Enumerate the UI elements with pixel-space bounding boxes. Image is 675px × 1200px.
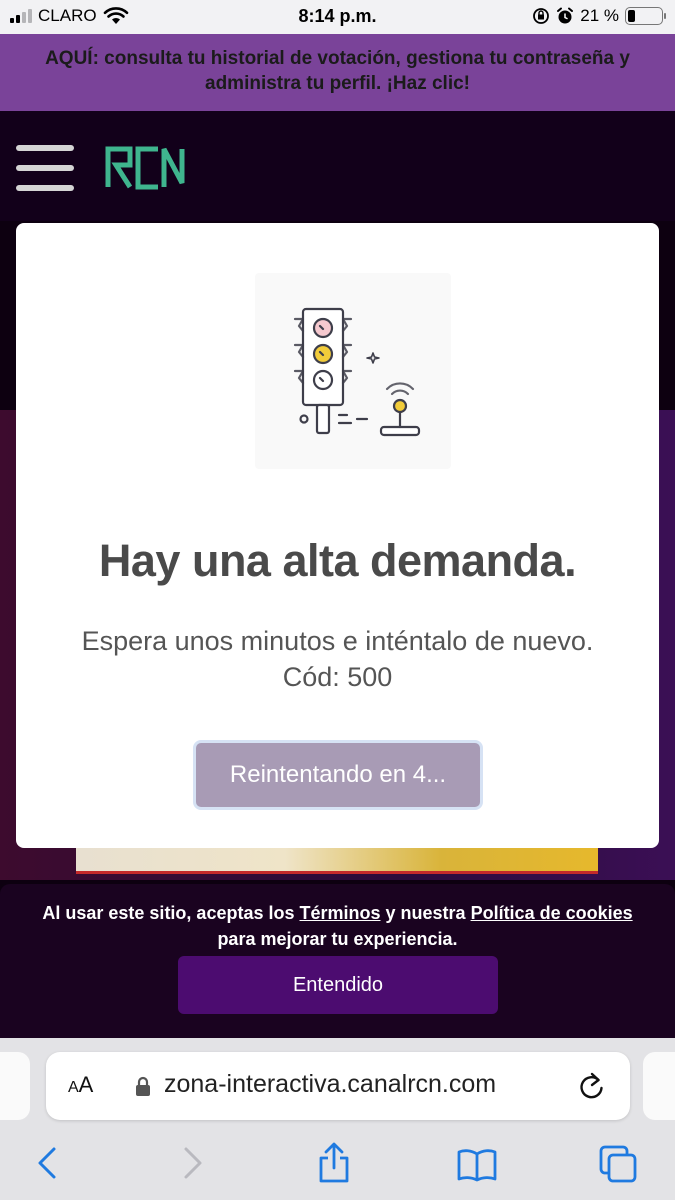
battery-percent: 21 % bbox=[580, 6, 619, 25]
modal-title: Hay una alta demanda. bbox=[98, 535, 577, 586]
tabs-icon[interactable] bbox=[598, 1144, 638, 1184]
cookie-text: Al usar este sitio, aceptas los Términos… bbox=[0, 900, 675, 952]
forward-icon[interactable] bbox=[182, 1146, 204, 1180]
terms-link[interactable]: Términos bbox=[299, 903, 380, 923]
traffic-light-icon bbox=[293, 307, 421, 437]
status-bar: CLARO 8:14 p.m. 21 % bbox=[0, 0, 675, 34]
cookie-policy-link[interactable]: Política de cookies bbox=[471, 903, 633, 923]
address-bar[interactable]: AA zona-interactiva.canalrcn.com bbox=[46, 1052, 630, 1120]
back-icon[interactable] bbox=[36, 1146, 58, 1180]
high-demand-modal: Hay una alta demanda. Espera unos minuto… bbox=[16, 223, 659, 848]
url-text: zona-interactiva.canalrcn.com bbox=[164, 1070, 497, 1098]
background-banner-strip bbox=[76, 848, 598, 874]
cookie-text-middle: y nuestra bbox=[380, 903, 471, 923]
cookie-consent-bar: Al usar este sitio, aceptas los Términos… bbox=[0, 884, 675, 1038]
share-icon[interactable] bbox=[316, 1142, 352, 1184]
menu-icon[interactable] bbox=[16, 145, 74, 191]
cookie-text-end: para mejorar tu experiencia. bbox=[217, 929, 458, 949]
reload-icon[interactable] bbox=[578, 1071, 606, 1101]
traffic-light-illustration bbox=[255, 273, 451, 469]
site-header bbox=[0, 111, 675, 221]
bookmarks-icon[interactable] bbox=[456, 1148, 498, 1182]
reader-options-button[interactable]: AA bbox=[68, 1072, 93, 1098]
orientation-lock-icon bbox=[533, 8, 550, 24]
rcn-logo[interactable] bbox=[104, 145, 190, 191]
cookie-text-start: Al usar este sitio, aceptas los bbox=[42, 903, 300, 923]
modal-message: Espera unos minutos e inténtalo de nuevo… bbox=[16, 623, 659, 695]
browser-toolbar: AA zona-interactiva.canalrcn.com bbox=[0, 1038, 675, 1200]
status-right: 21 % bbox=[532, 6, 666, 26]
aa-small: A bbox=[68, 1079, 79, 1096]
aa-large: A bbox=[78, 1072, 94, 1097]
profile-banner-link[interactable]: AQUÍ: consulta tu historial de votación,… bbox=[0, 34, 675, 111]
accept-cookies-button[interactable]: Entendido bbox=[178, 956, 498, 1014]
next-tab-preview[interactable] bbox=[643, 1052, 675, 1120]
battery-icon bbox=[625, 7, 666, 25]
modal-message-line: Espera unos minutos e inténtalo de nuevo… bbox=[81, 626, 594, 656]
error-code: Cód: 500 bbox=[282, 662, 393, 692]
lock-icon bbox=[136, 1076, 150, 1096]
previous-tab-preview[interactable] bbox=[0, 1052, 30, 1120]
retry-button[interactable]: Reintentando en 4... bbox=[193, 740, 483, 810]
alarm-icon bbox=[557, 7, 574, 24]
